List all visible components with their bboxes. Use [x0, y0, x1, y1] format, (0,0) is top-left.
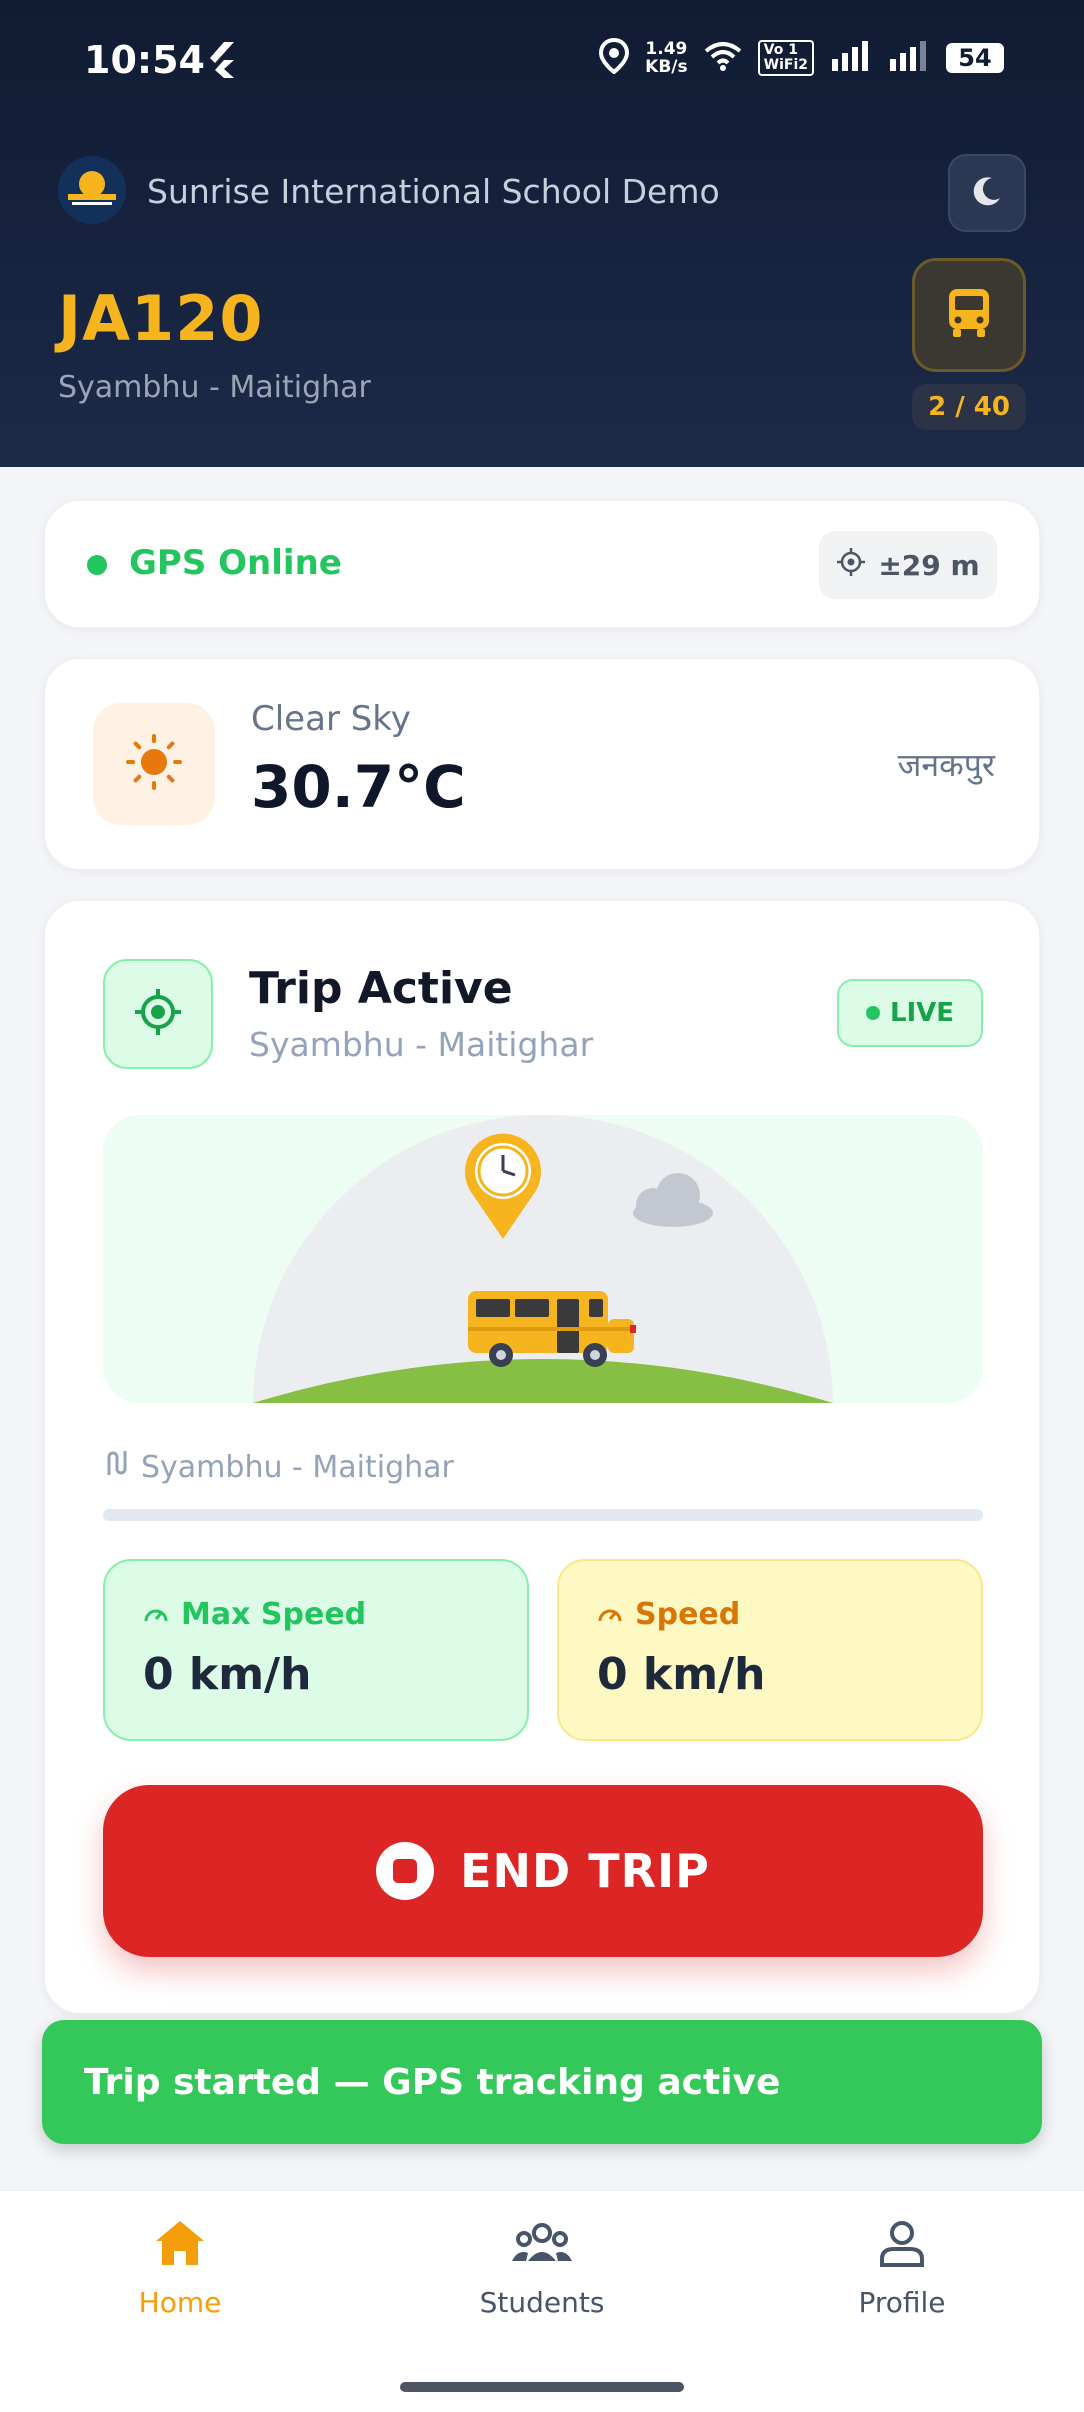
trip-progress-bar [103, 1509, 983, 1521]
location-icon [599, 37, 630, 78]
live-badge: LIVE [837, 979, 983, 1047]
home-icon [152, 2217, 208, 2276]
header-route: Syambhu - Maitighar [58, 370, 371, 405]
gps-accuracy-value: ±29 m [878, 548, 980, 582]
volte-wifi-badge: Vo 1 WiFi2 [757, 40, 814, 76]
status-time: 10:54 [84, 38, 205, 82]
nav-students[interactable]: Students [412, 2217, 672, 2319]
speed-value: 0 km/h [597, 1649, 766, 1700]
battery-indicator: 54 [946, 43, 1004, 73]
network-speed: 1.49 KB/s [645, 39, 688, 77]
speedometer-icon [597, 1597, 623, 1632]
home-indicator [400, 2382, 684, 2392]
speed-card: Speed 0 km/h [557, 1559, 983, 1741]
end-trip-label: END TRIP [460, 1844, 710, 1898]
trip-title: Trip Active [249, 963, 513, 1014]
seat-capacity: 2 / 40 [912, 384, 1026, 430]
route-summary-text: Syambhu - Maitighar [141, 1449, 454, 1485]
status-bar: 10:54 1.49 KB/s Vo 1 WiFi2 54 [0, 0, 1084, 124]
nav-profile[interactable]: Profile [772, 2217, 1032, 2319]
signal-icon [830, 41, 872, 75]
bus-code: JA120 [58, 282, 264, 355]
theme-toggle-button[interactable] [948, 154, 1026, 232]
nav-home-label: Home [138, 2286, 222, 2319]
nav-home[interactable]: Home [50, 2217, 310, 2319]
trip-illustration [103, 1115, 983, 1403]
route-icon [103, 1449, 129, 1485]
speed-label: Speed [635, 1597, 741, 1632]
stop-icon [376, 1842, 435, 1900]
gps-status-text: GPS Online [129, 543, 342, 583]
weather-location: जनकपुर [897, 746, 995, 784]
profile-icon [876, 2217, 928, 2276]
wifi-icon [704, 41, 742, 75]
gps-accuracy-chip: ±29 m [819, 531, 997, 599]
sun-icon [124, 732, 184, 796]
nav-students-label: Students [479, 2286, 605, 2319]
weather-condition: Clear Sky [251, 699, 411, 739]
crosshair-icon [836, 547, 866, 584]
gps-status-dot [87, 555, 107, 575]
weather-temperature: 30.7°C [251, 753, 466, 821]
max-speed-card: Max Speed 0 km/h [103, 1559, 529, 1741]
trip-status-icon-box [103, 959, 213, 1069]
route-summary: Syambhu - Maitighar [103, 1449, 454, 1485]
live-label: LIVE [889, 998, 955, 1028]
weather-card: Clear Sky 30.7°C जनकपुर [44, 658, 1040, 870]
end-trip-button[interactable]: END TRIP [103, 1785, 983, 1957]
moon-icon [970, 174, 1004, 212]
speedometer-icon [143, 1597, 169, 1632]
snackbar-message: Trip started — GPS tracking active [84, 2061, 781, 2103]
bus-badge [912, 258, 1026, 372]
bottom-navigation: Home Students Profile [0, 2190, 1084, 2412]
gps-status-card: GPS Online ±29 m [44, 500, 1040, 628]
students-icon [510, 2217, 574, 2276]
snackbar: Trip started — GPS tracking active [42, 2020, 1042, 2144]
live-dot [865, 1006, 880, 1020]
trip-card: Trip Active Syambhu - Maitighar LIVE Sya… [44, 900, 1040, 2014]
nav-profile-label: Profile [858, 2286, 946, 2319]
gps-fixed-icon [132, 986, 184, 1042]
trip-route: Syambhu - Maitighar [249, 1025, 594, 1064]
signal-icon-2 [888, 41, 930, 75]
app-header: 10:54 1.49 KB/s Vo 1 WiFi2 54 Sunrise In… [0, 0, 1084, 467]
bus-icon [945, 287, 993, 343]
school-name: Sunrise International School Demo [147, 172, 720, 211]
flutter-icon [206, 40, 238, 84]
school-logo [58, 156, 126, 224]
max-speed-label: Max Speed [181, 1597, 367, 1632]
max-speed-value: 0 km/h [143, 1649, 312, 1700]
weather-icon-box [93, 703, 215, 825]
